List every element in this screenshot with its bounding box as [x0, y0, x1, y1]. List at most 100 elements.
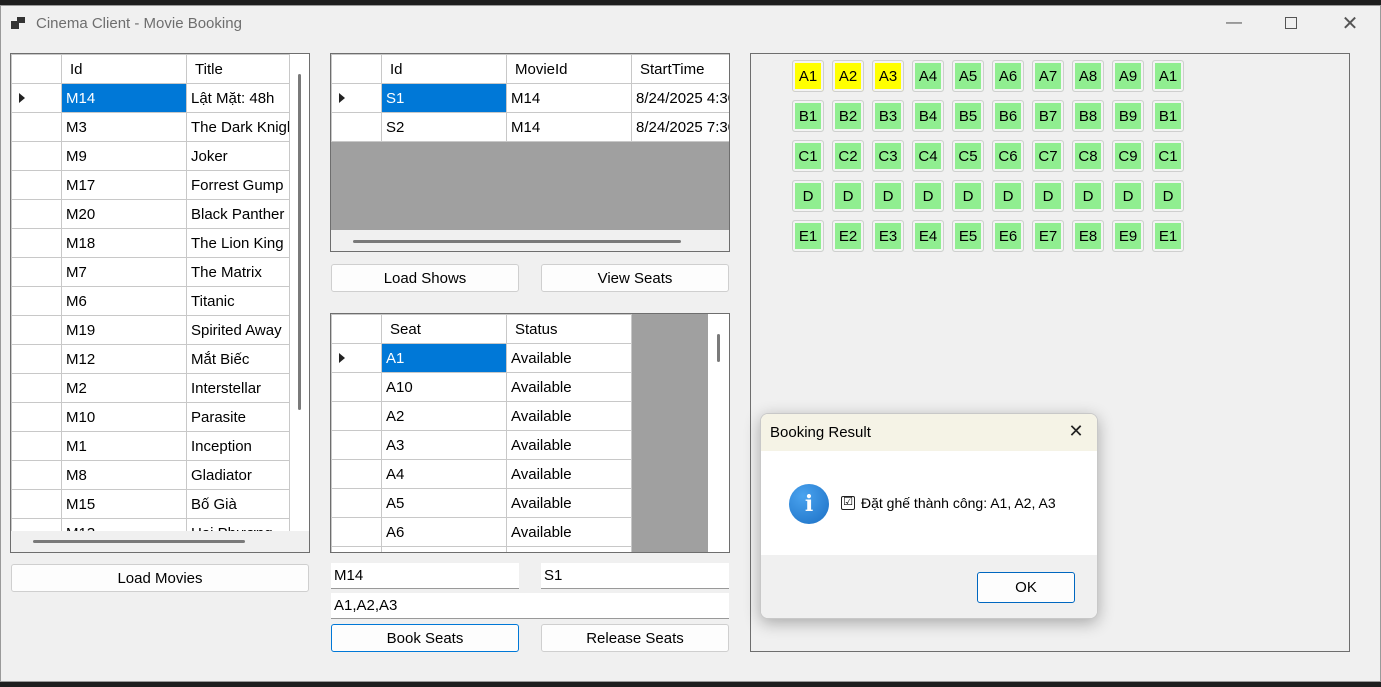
seat-button[interactable]: D	[792, 180, 824, 212]
seat-button[interactable]: B4	[912, 100, 944, 132]
seat-button[interactable]: E1	[792, 220, 824, 252]
seat-button[interactable]: C6	[992, 140, 1024, 172]
seat-button[interactable]: A4	[912, 60, 944, 92]
seat-button[interactable]: E3	[872, 220, 904, 252]
seat-status-cell[interactable]: Available	[506, 488, 632, 518]
movie-id-cell[interactable]: M14	[61, 83, 187, 113]
seat-row[interactable]: A1 Available	[331, 343, 632, 373]
row-header[interactable]	[331, 343, 382, 373]
movie-row[interactable]: M1 Inception	[11, 431, 290, 461]
movie-id-input[interactable]	[331, 563, 519, 589]
row-header[interactable]	[331, 401, 382, 431]
show-row[interactable]: S2 M14 8/24/2025 7:30	[331, 112, 729, 142]
seat-button[interactable]: B9	[1112, 100, 1144, 132]
seat-button[interactable]: B1	[792, 100, 824, 132]
seat-button[interactable]: C5	[952, 140, 984, 172]
row-header[interactable]	[11, 141, 62, 171]
movie-row[interactable]: M10 Parasite	[11, 402, 290, 432]
seat-button[interactable]: D	[1032, 180, 1064, 212]
row-header[interactable]	[331, 372, 382, 402]
shows-horizontal-scrollbar[interactable]	[353, 240, 681, 243]
seat-button[interactable]: C4	[912, 140, 944, 172]
seat-button[interactable]: C2	[832, 140, 864, 172]
seat-cell[interactable]: A7	[381, 546, 507, 552]
seat-button[interactable]: A9	[1112, 60, 1144, 92]
movie-row[interactable]: M20 Black Panther	[11, 199, 290, 229]
show-id-cell[interactable]: S2	[381, 112, 507, 142]
movie-id-cell[interactable]: M7	[61, 257, 187, 287]
seat-button[interactable]: D	[1112, 180, 1144, 212]
movie-row[interactable]: M6 Titanic	[11, 286, 290, 316]
row-header[interactable]	[11, 431, 62, 461]
movie-id-cell[interactable]: M18	[61, 228, 187, 258]
seat-cell[interactable]: A1	[381, 343, 507, 373]
show-movie-id-cell[interactable]: M14	[506, 83, 632, 113]
movie-row[interactable]: M12 Mắt Biếc	[11, 344, 290, 374]
seat-button[interactable]: B8	[1072, 100, 1104, 132]
seat-button[interactable]: C3	[872, 140, 904, 172]
seat-button[interactable]: A2	[832, 60, 864, 92]
row-header[interactable]	[11, 228, 62, 258]
movie-id-cell[interactable]: M2	[61, 373, 187, 403]
seat-cell[interactable]: A6	[381, 517, 507, 547]
column-header-seat[interactable]: Seat	[381, 314, 507, 344]
seat-row[interactable]: A5 Available	[331, 488, 632, 518]
movie-id-cell[interactable]: M20	[61, 199, 187, 229]
seat-button[interactable]: D	[1152, 180, 1184, 212]
movies-grid[interactable]: Id Title M14 Lật Mặt: 48h M3 The Dark Knigh…	[10, 53, 310, 553]
load-movies-button[interactable]: Load Movies	[11, 564, 309, 592]
seat-button[interactable]: E2	[832, 220, 864, 252]
row-header[interactable]	[11, 373, 62, 403]
movie-row[interactable]: M7 The Matrix	[11, 257, 290, 287]
seat-button[interactable]: A7	[1032, 60, 1064, 92]
seat-button[interactable]: A3	[872, 60, 904, 92]
column-header-status[interactable]: Status	[506, 314, 632, 344]
movie-row[interactable]: M8 Gladiator	[11, 460, 290, 490]
movie-row[interactable]: M19 Spirited Away	[11, 315, 290, 345]
movie-row[interactable]: M9 Joker	[11, 141, 290, 171]
row-header[interactable]	[11, 257, 62, 287]
seat-cell[interactable]: A3	[381, 430, 507, 460]
seat-row[interactable]: A6 Available	[331, 517, 632, 547]
seat-button[interactable]: E1	[1152, 220, 1184, 252]
seat-button[interactable]: E9	[1112, 220, 1144, 252]
column-header-id[interactable]: Id	[61, 54, 187, 84]
column-header-movie-id[interactable]: MovieId	[506, 54, 632, 84]
seat-status-cell[interactable]: Available	[506, 430, 632, 460]
book-seats-button[interactable]: Book Seats	[331, 624, 519, 652]
seat-row[interactable]: A10 Available	[331, 372, 632, 402]
seat-button[interactable]: A6	[992, 60, 1024, 92]
seat-status-cell[interactable]: Available	[506, 372, 632, 402]
seat-button[interactable]: B6	[992, 100, 1024, 132]
movie-id-cell[interactable]: M15	[61, 489, 187, 519]
movie-id-cell[interactable]: M12	[61, 344, 187, 374]
seat-button[interactable]: D	[952, 180, 984, 212]
row-header[interactable]	[331, 112, 382, 142]
movie-title-cell[interactable]: The Dark Knight	[186, 112, 290, 142]
row-header[interactable]	[11, 489, 62, 519]
movie-id-cell[interactable]: M1	[61, 431, 187, 461]
row-header[interactable]	[331, 546, 382, 552]
movie-title-cell[interactable]: Parasite	[186, 402, 290, 432]
seat-cell[interactable]: A4	[381, 459, 507, 489]
row-header[interactable]	[331, 459, 382, 489]
show-movie-id-cell[interactable]: M14	[506, 112, 632, 142]
seat-button[interactable]: B1	[1152, 100, 1184, 132]
seat-button[interactable]: B3	[872, 100, 904, 132]
seat-button[interactable]: D	[832, 180, 864, 212]
seat-cell[interactable]: A5	[381, 488, 507, 518]
seat-list-input[interactable]	[331, 593, 729, 619]
row-header[interactable]	[11, 83, 62, 113]
movie-title-cell[interactable]: The Lion King	[186, 228, 290, 258]
row-header[interactable]	[11, 460, 62, 490]
seat-button[interactable]: D	[912, 180, 944, 212]
seat-button[interactable]: E5	[952, 220, 984, 252]
seat-cell[interactable]: A10	[381, 372, 507, 402]
seat-button[interactable]: D	[992, 180, 1024, 212]
movie-row[interactable]: M2 Interstellar	[11, 373, 290, 403]
movie-title-cell[interactable]: Mắt Biếc	[186, 344, 290, 374]
seat-button[interactable]: E6	[992, 220, 1024, 252]
seats-vertical-scrollbar[interactable]	[717, 334, 720, 362]
seat-status-cell[interactable]: Available	[506, 401, 632, 431]
ok-button[interactable]: OK	[977, 572, 1075, 603]
